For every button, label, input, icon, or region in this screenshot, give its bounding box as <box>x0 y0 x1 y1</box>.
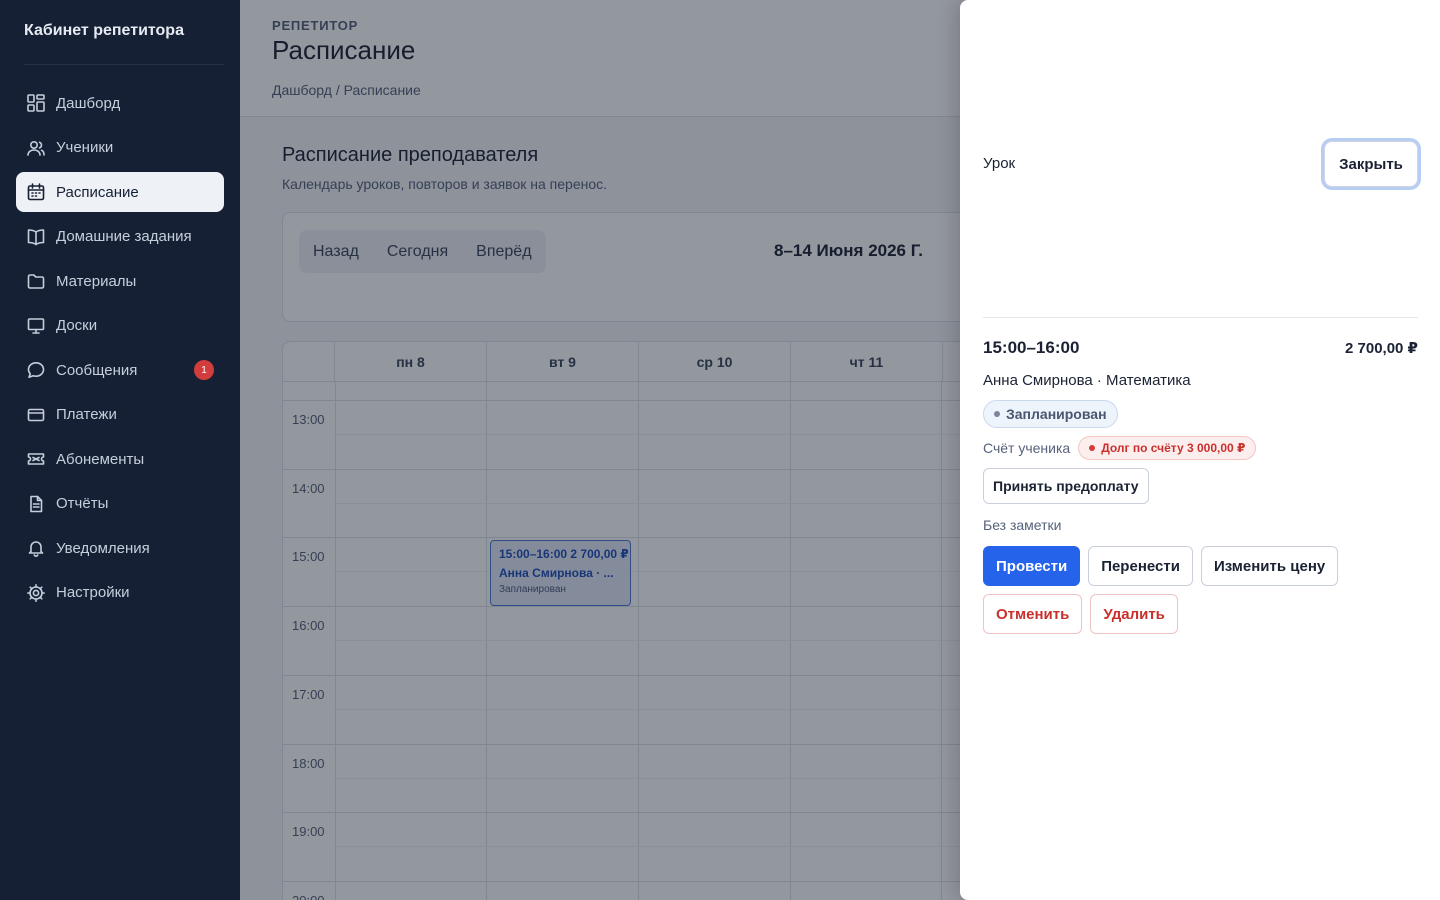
ticket-icon <box>26 449 46 469</box>
change-price-button[interactable]: Изменить цену <box>1200 546 1339 586</box>
sidebar-item-label: Домашние задания <box>56 228 192 245</box>
sidebar-item-payments[interactable]: Платежи <box>16 395 224 435</box>
lesson-danger-actions: Отменить Удалить <box>983 594 1418 634</box>
sidebar-item-materials[interactable]: Материалы <box>16 261 224 301</box>
sidebar-item-label: Доски <box>56 317 98 334</box>
sidebar-item-settings[interactable]: Настройки <box>16 573 224 613</box>
sidebar-item-label: Дашборд <box>56 94 121 112</box>
accept-prepayment-button[interactable]: Принять предоплату <box>983 468 1149 504</box>
drawer-title: Урок <box>983 155 1016 172</box>
debt-text: Долг по счёту 3 000,00 ₽ <box>1101 441 1246 455</box>
sidebar-item-notifications[interactable]: Уведомления <box>16 528 224 568</box>
sidebar: Кабинет репетитора Дашборд Ученики Распи… <box>0 0 240 900</box>
sidebar-nav: Дашборд Ученики Расписание Домашние зада… <box>0 83 240 613</box>
reschedule-button[interactable]: Перенести <box>1088 546 1193 586</box>
calendar-icon <box>26 182 46 202</box>
sidebar-item-messages[interactable]: Сообщения 1 <box>16 350 224 390</box>
status-dot-icon <box>994 411 1000 417</box>
cancel-lesson-button[interactable]: Отменить <box>983 594 1083 634</box>
folder-icon <box>26 271 46 291</box>
sidebar-item-schedule[interactable]: Расписание <box>16 172 224 212</box>
sidebar-item-subscriptions[interactable]: Абонементы <box>16 439 224 479</box>
account-label: Счёт ученика <box>983 440 1071 456</box>
lesson-time: 15:00–16:00 <box>983 338 1080 357</box>
sidebar-item-label: Уведомления <box>56 539 150 557</box>
sidebar-item-label: Абонементы <box>56 450 145 468</box>
dashboard-icon <box>26 93 46 113</box>
book-icon <box>26 227 46 247</box>
unread-badge: 1 <box>194 360 214 380</box>
lesson-student-subject: Анна Смирнова · Математика <box>983 372 1191 389</box>
sidebar-item-boards[interactable]: Доски <box>16 306 224 346</box>
debt-badge: Долг по счёту 3 000,00 ₽ <box>1078 436 1257 460</box>
status-text: Запланирован <box>1006 406 1107 422</box>
sidebar-item-label: Ученики <box>56 139 114 156</box>
sidebar-item-label: Платежи <box>56 406 117 423</box>
student-account-row: Счёт ученика Долг по счёту 3 000,00 ₽ <box>983 436 1418 460</box>
debt-dot-icon <box>1089 445 1096 451</box>
drawer-header: Урок Закрыть <box>983 0 1418 318</box>
delete-lesson-button[interactable]: Удалить <box>1090 594 1178 634</box>
bell-icon <box>26 538 46 558</box>
brand-title: Кабинет репетитора <box>24 0 224 65</box>
sidebar-item-label: Настройки <box>56 584 130 601</box>
sidebar-item-label: Расписание <box>56 183 139 201</box>
status-badge: Запланирован <box>983 400 1118 428</box>
sidebar-item-label: Сообщения <box>56 361 138 379</box>
sidebar-item-label: Отчёты <box>56 495 109 512</box>
chat-icon <box>26 360 46 380</box>
sidebar-item-students[interactable]: Ученики <box>16 128 224 168</box>
conduct-button[interactable]: Провести <box>983 546 1081 586</box>
lesson-summary: 15:00–16:00 2 700,00 ₽ <box>983 338 1418 358</box>
board-icon <box>26 316 46 336</box>
card-icon <box>26 405 46 425</box>
sidebar-item-label: Материалы <box>56 272 137 290</box>
gear-icon <box>26 583 46 603</box>
lesson-note: Без заметки <box>983 517 1062 533</box>
users-icon <box>26 138 46 158</box>
sidebar-item-dashboard[interactable]: Дашборд <box>16 83 224 123</box>
lesson-drawer: Урок Закрыть 15:00–16:00 2 700,00 ₽ Анна… <box>960 0 1440 900</box>
sidebar-item-homework[interactable]: Домашние задания <box>16 217 224 257</box>
lesson-price: 2 700,00 ₽ <box>1345 340 1418 357</box>
report-icon <box>26 494 46 514</box>
sidebar-item-reports[interactable]: Отчёты <box>16 484 224 524</box>
close-button[interactable]: Закрыть <box>1324 141 1418 187</box>
lesson-actions: Провести Перенести Изменить цену <box>983 546 1418 586</box>
